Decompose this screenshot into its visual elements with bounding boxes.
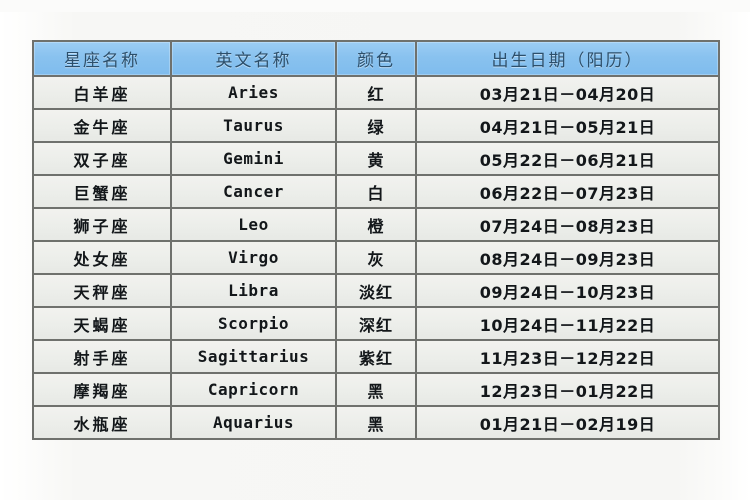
- cell-en-name: Capricorn: [172, 374, 335, 405]
- cell-birthdate: 09月24日－10月23日: [417, 275, 718, 306]
- cell-color: 白: [337, 176, 415, 207]
- cell-birthdate: 03月21日－04月20日: [417, 77, 718, 108]
- cell-color: 淡红: [337, 275, 415, 306]
- table-row: 摩羯座 Capricorn 黑 12月23日－01月22日: [34, 374, 718, 405]
- cell-cn-name: 巨蟹座: [34, 176, 170, 207]
- table-header: 星座名称 英文名称 颜色 出生日期（阳历）: [34, 42, 718, 75]
- table-row: 巨蟹座 Cancer 白 06月22日－07月23日: [34, 176, 718, 207]
- table-row: 天蝎座 Scorpio 深红 10月24日－11月22日: [34, 308, 718, 339]
- cell-en-name: Scorpio: [172, 308, 335, 339]
- cell-color: 橙: [337, 209, 415, 240]
- column-header-cn-name: 星座名称: [34, 42, 170, 75]
- cell-en-name: Taurus: [172, 110, 335, 141]
- cell-birthdate: 04月21日－05月21日: [417, 110, 718, 141]
- cell-en-name: Aries: [172, 77, 335, 108]
- table-header-row: 星座名称 英文名称 颜色 出生日期（阳历）: [34, 42, 718, 75]
- table-row: 狮子座 Leo 橙 07月24日－08月23日: [34, 209, 718, 240]
- table-row: 白羊座 Aries 红 03月21日－04月20日: [34, 77, 718, 108]
- cell-en-name: Leo: [172, 209, 335, 240]
- cell-color: 绿: [337, 110, 415, 141]
- cell-birthdate: 12月23日－01月22日: [417, 374, 718, 405]
- cell-birthdate: 08月24日－09月23日: [417, 242, 718, 273]
- cell-color: 紫红: [337, 341, 415, 372]
- cell-cn-name: 狮子座: [34, 209, 170, 240]
- cell-cn-name: 水瓶座: [34, 407, 170, 438]
- table-row: 双子座 Gemini 黄 05月22日－06月21日: [34, 143, 718, 174]
- table-row: 天秤座 Libra 淡红 09月24日－10月23日: [34, 275, 718, 306]
- cell-birthdate: 05月22日－06月21日: [417, 143, 718, 174]
- column-header-en-name: 英文名称: [172, 42, 335, 75]
- clipped-top-text-strip: ··· ·· ····: [0, 0, 750, 12]
- clipped-top-text: ··· ·· ····: [282, 0, 502, 6]
- cell-color: 深红: [337, 308, 415, 339]
- cell-en-name: Aquarius: [172, 407, 335, 438]
- cell-birthdate: 01月21日－02月19日: [417, 407, 718, 438]
- cell-cn-name: 天蝎座: [34, 308, 170, 339]
- cell-birthdate: 11月23日－12月22日: [417, 341, 718, 372]
- cell-color: 黄: [337, 143, 415, 174]
- cell-cn-name: 摩羯座: [34, 374, 170, 405]
- cell-cn-name: 射手座: [34, 341, 170, 372]
- cell-color: 红: [337, 77, 415, 108]
- zodiac-table: 星座名称 英文名称 颜色 出生日期（阳历） 白羊座 Aries 红 03月21日－04…: [32, 40, 720, 440]
- column-header-color: 颜色: [337, 42, 415, 75]
- cell-en-name: Libra: [172, 275, 335, 306]
- cell-en-name: Sagittarius: [172, 341, 335, 372]
- table-row: 金牛座 Taurus 绿 04月21日－05月21日: [34, 110, 718, 141]
- table-row: 水瓶座 Aquarius 黑 01月21日－02月19日: [34, 407, 718, 438]
- table-row: 射手座 Sagittarius 紫红 11月23日－12月22日: [34, 341, 718, 372]
- zodiac-table-container: 星座名称 英文名称 颜色 出生日期（阳历） 白羊座 Aries 红 03月21日－04…: [32, 40, 720, 440]
- cell-birthdate: 10月24日－11月22日: [417, 308, 718, 339]
- cell-cn-name: 双子座: [34, 143, 170, 174]
- cell-color: 灰: [337, 242, 415, 273]
- table-row: 处女座 Virgo 灰 08月24日－09月23日: [34, 242, 718, 273]
- cell-en-name: Virgo: [172, 242, 335, 273]
- cell-cn-name: 金牛座: [34, 110, 170, 141]
- cell-cn-name: 白羊座: [34, 77, 170, 108]
- cell-en-name: Cancer: [172, 176, 335, 207]
- cell-cn-name: 处女座: [34, 242, 170, 273]
- table-body: 白羊座 Aries 红 03月21日－04月20日 金牛座 Taurus 绿 04月21日－0…: [34, 77, 718, 438]
- cell-birthdate: 07月24日－08月23日: [417, 209, 718, 240]
- cell-color: 黑: [337, 407, 415, 438]
- cell-birthdate: 06月22日－07月23日: [417, 176, 718, 207]
- cell-en-name: Gemini: [172, 143, 335, 174]
- cell-cn-name: 天秤座: [34, 275, 170, 306]
- cell-color: 黑: [337, 374, 415, 405]
- column-header-birthdate: 出生日期（阳历）: [417, 42, 718, 75]
